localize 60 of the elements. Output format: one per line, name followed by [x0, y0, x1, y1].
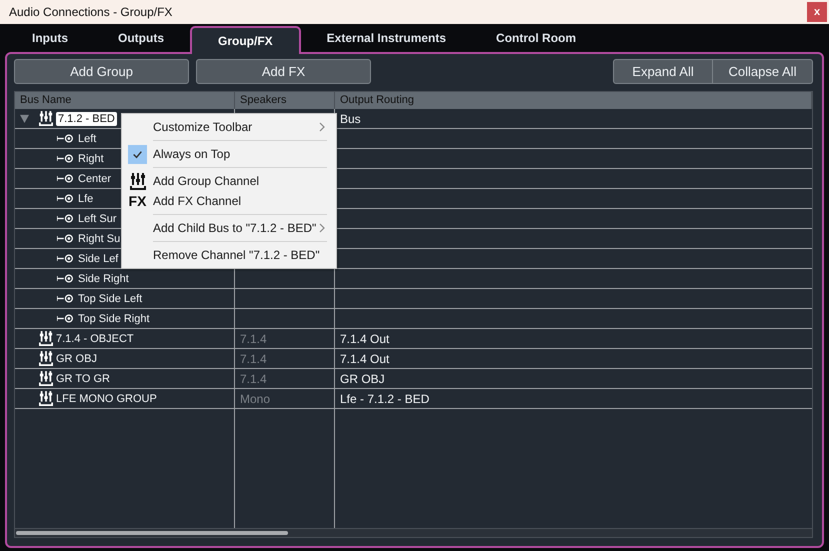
speakers-cell-text: 7.1.4	[239, 332, 267, 346]
channel-icon	[57, 314, 74, 323]
bus-name: Side Lef	[78, 252, 118, 264]
close-button[interactable]: x	[807, 2, 827, 22]
menu-item[interactable]: Always on Top	[122, 144, 336, 164]
channel-icon	[57, 194, 74, 203]
bus-name: GR OBJ	[56, 352, 97, 364]
channel-icon	[57, 214, 74, 223]
mixer-icon	[39, 351, 53, 366]
menu-item[interactable]: Remove Channel "7.1.2 - BED"	[122, 245, 336, 265]
toolbar-button[interactable]: Add Group	[14, 59, 189, 84]
name-field[interactable]: 7.1.2 - BED	[56, 112, 117, 126]
mixer-icon	[39, 111, 53, 126]
output-routing-cell-text: 7.1.4 Out	[339, 352, 390, 366]
channel-icon	[57, 274, 74, 283]
mixer-icon	[39, 331, 53, 346]
expand-triangle-icon[interactable]	[20, 114, 29, 123]
bus-name: Top Side Left	[78, 292, 142, 304]
bus-name: Right	[78, 152, 104, 164]
output-routing-cell-text: GR OBJ	[339, 372, 385, 386]
speakers-cell-text: 7.1.4	[239, 372, 267, 386]
tab[interactable]: External Instruments	[302, 24, 470, 52]
window-title: Audio Connections - Group/FX	[9, 5, 172, 19]
bus-name: Left Sur	[78, 212, 117, 224]
output-routing-cell-text: Bus	[339, 112, 361, 126]
bus-name: Top Side Right	[78, 312, 150, 324]
output-routing-cell-text: Lfe - 7.1.2 - BED	[339, 392, 430, 406]
menu-item[interactable]: Customize Toolbar	[122, 117, 336, 137]
bus-name: Side Right	[78, 272, 129, 284]
bus-name: GR TO GR	[56, 372, 110, 384]
tab[interactable]: Group/FX	[190, 26, 301, 54]
bus-name: Lfe	[78, 192, 94, 204]
horizontal-scrollbar[interactable]	[15, 528, 812, 537]
menu-item[interactable]: Add Group Channel	[122, 171, 336, 191]
channel-icon	[57, 174, 74, 183]
bus-name: Center	[78, 172, 112, 184]
toolbar-button[interactable]: Collapse All	[713, 59, 813, 84]
tab[interactable]: Control Room	[472, 24, 600, 52]
channel-icon	[57, 234, 74, 243]
fx-icon: FX	[128, 193, 146, 209]
channel-icon	[57, 134, 74, 143]
bus-name: Left	[78, 132, 96, 144]
mixer-icon	[39, 391, 53, 406]
mixer-icon	[130, 172, 146, 190]
output-routing-cell-text: 7.1.4 Out	[339, 332, 390, 346]
channel-icon	[57, 254, 74, 263]
speakers-cell-text: Mono	[239, 392, 270, 406]
bus-name: LFE MONO GROUP	[56, 392, 157, 404]
tab[interactable]: Outputs	[94, 24, 188, 52]
mixer-icon	[39, 371, 53, 386]
bus-name: Right Su	[78, 232, 120, 244]
menu-item[interactable]: Add Child Bus to "7.1.2 - BED"	[122, 218, 336, 238]
channel-icon	[57, 154, 74, 163]
bus-name: 7.1.4 - OBJECT	[56, 332, 134, 344]
tab[interactable]: Inputs	[8, 24, 92, 52]
toolbar-button[interactable]: Expand All	[613, 59, 713, 84]
toolbar-button[interactable]: Add FX	[196, 59, 371, 84]
channel-icon	[57, 294, 74, 303]
speakers-cell-text: 7.1.4	[239, 352, 267, 366]
menu-item[interactable]: FX Add FX Channel	[122, 191, 336, 211]
